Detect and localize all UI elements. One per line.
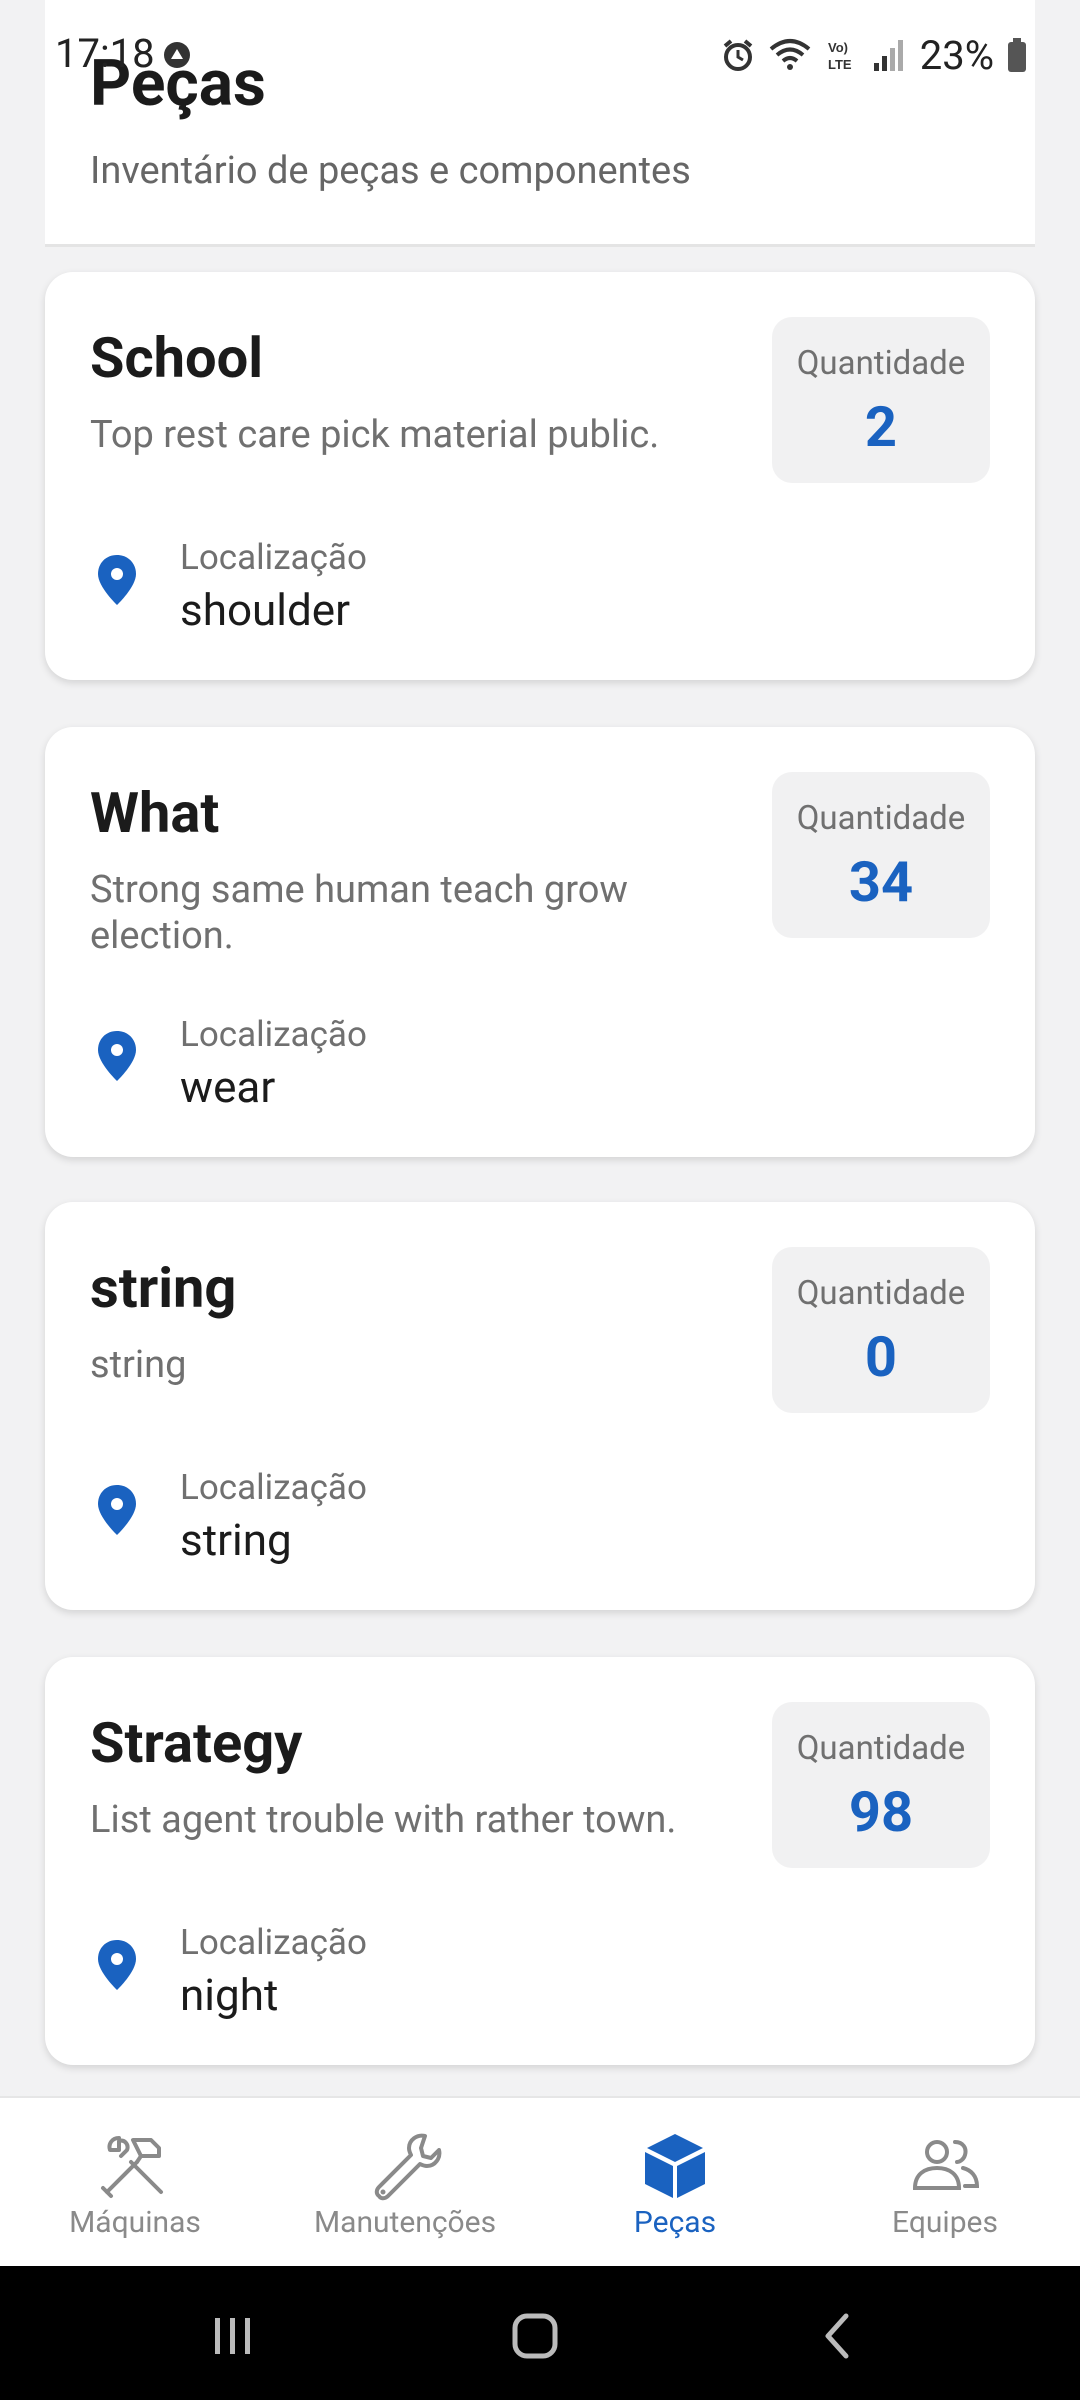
location-pin-icon xyxy=(98,1031,136,1081)
part-name: What xyxy=(90,780,220,846)
location-value: night xyxy=(180,1969,279,2021)
nav-item-pecas[interactable]: Peças xyxy=(540,2098,810,2268)
nav-item-maquinas[interactable]: Máquinas xyxy=(0,2098,270,2268)
svg-text:Vo): Vo) xyxy=(828,40,848,55)
nav-item-manutencoes[interactable]: Manutenções xyxy=(270,2098,540,2268)
nav-item-equipes[interactable]: Equipes xyxy=(810,2098,1080,2268)
wifi-icon xyxy=(769,39,811,70)
part-card[interactable]: What Strong same human teach grow electi… xyxy=(45,727,1035,1157)
home-icon[interactable] xyxy=(505,2306,565,2366)
people-icon xyxy=(912,2140,980,2190)
alarm-icon xyxy=(723,39,753,71)
cube-icon xyxy=(645,2134,705,2198)
location-label: Localização xyxy=(180,1922,367,1963)
location-label: Localização xyxy=(180,537,367,578)
nav-label: Equipes xyxy=(892,2205,998,2240)
quantity-label: Quantidade xyxy=(796,1729,966,1768)
location-pin-icon xyxy=(98,555,136,605)
volte-icon: Vo) LTE xyxy=(828,40,852,72)
nav-label: Peças xyxy=(633,2205,717,2240)
quantity-value: 0 xyxy=(864,1324,898,1390)
svg-text:LTE: LTE xyxy=(828,57,852,72)
location-label: Localização xyxy=(180,1467,367,1508)
quantity-box: Quantidade 0 xyxy=(772,1247,990,1413)
location-pin-icon xyxy=(98,1940,136,1990)
status-bar: 17:18 Vo) LTE 23% xyxy=(0,0,1080,110)
location-value: string xyxy=(180,1514,292,1566)
location-value: shoulder xyxy=(180,584,351,636)
quantity-box: Quantidade 98 xyxy=(772,1702,990,1868)
battery-percentage: 23% xyxy=(919,31,994,79)
part-description: Top rest care pick material public. xyxy=(90,413,660,457)
notification-icon xyxy=(164,42,190,68)
location-label: Localização xyxy=(180,1014,367,1055)
nav-label: Máquinas xyxy=(69,2205,201,2240)
quantity-value: 2 xyxy=(864,394,898,460)
signal-icon xyxy=(873,40,903,71)
tools-icon xyxy=(101,2136,163,2198)
quantity-label: Quantidade xyxy=(796,1274,966,1313)
status-icons: Vo) LTE 23% xyxy=(720,30,1028,80)
part-description: string xyxy=(90,1343,187,1387)
part-description: Strong same human teach grow election. xyxy=(90,868,628,958)
system-nav-bar xyxy=(0,2266,1080,2400)
wrench-icon xyxy=(374,2133,442,2201)
back-icon[interactable] xyxy=(808,2306,868,2366)
part-name: Strategy xyxy=(90,1710,303,1776)
battery-icon xyxy=(1008,38,1026,72)
quantity-value: 34 xyxy=(848,849,914,915)
part-card[interactable]: string string Quantidade 0 Localização s… xyxy=(45,1202,1035,1610)
quantity-label: Quantidade xyxy=(796,799,966,838)
part-card[interactable]: School Top rest care pick material publi… xyxy=(45,272,1035,680)
quantity-box: Quantidade 2 xyxy=(772,317,990,483)
page-subtitle: Inventário de peças e componentes xyxy=(90,149,691,193)
part-name: School xyxy=(90,325,264,391)
recent-apps-icon[interactable] xyxy=(202,2306,262,2366)
quantity-box: Quantidade 34 xyxy=(772,772,990,938)
quantity-label: Quantidade xyxy=(796,344,966,383)
quantity-value: 98 xyxy=(848,1779,914,1845)
location-value: wear xyxy=(180,1061,276,1113)
location-pin-icon xyxy=(98,1485,136,1535)
part-name: string xyxy=(90,1255,237,1321)
part-card[interactable]: Strategy List agent trouble with rather … xyxy=(45,1657,1035,2065)
status-time: 17:18 xyxy=(55,30,155,77)
part-description: List agent trouble with rather town. xyxy=(90,1798,677,1842)
nav-label: Manutenções xyxy=(313,2205,497,2240)
bottom-nav: Máquinas Manutenções Peças Equipes xyxy=(0,2096,1080,2268)
